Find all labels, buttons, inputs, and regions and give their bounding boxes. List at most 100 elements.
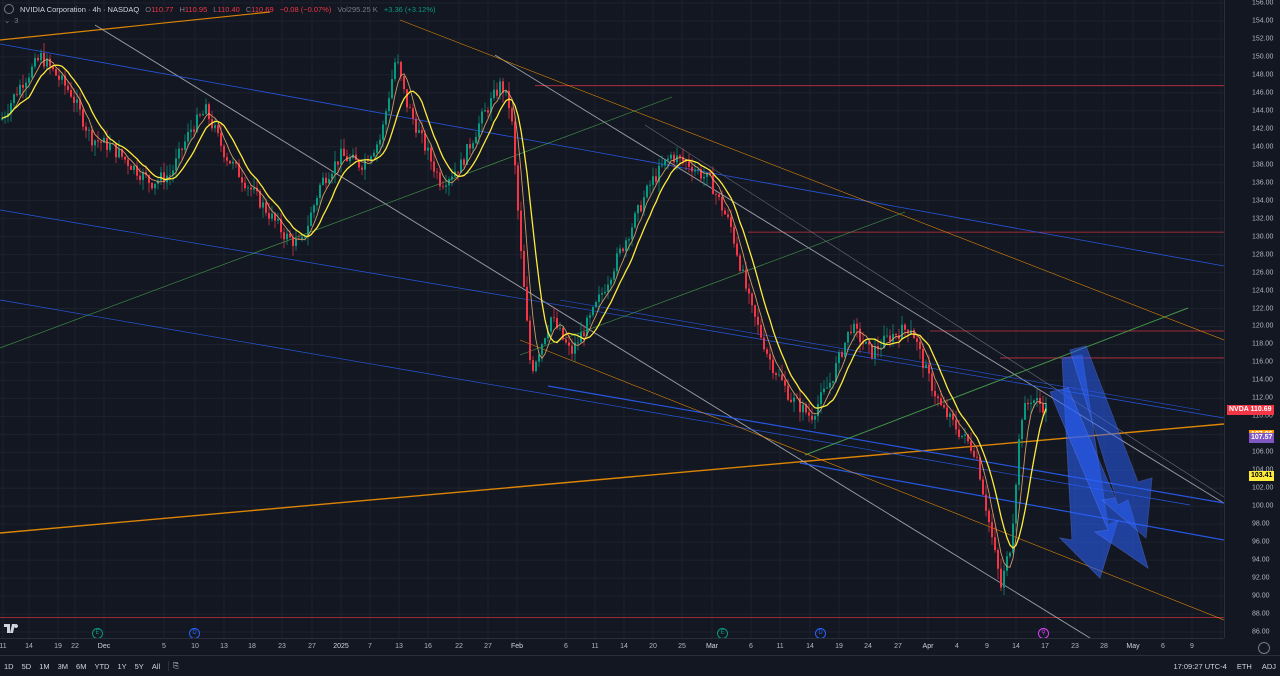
candle-body bbox=[1042, 404, 1044, 413]
range-3m-button[interactable]: 3M bbox=[54, 662, 72, 671]
candle-body bbox=[961, 435, 963, 437]
candle-body bbox=[583, 332, 585, 336]
candle-body bbox=[265, 202, 267, 213]
eye-icon[interactable] bbox=[4, 4, 14, 14]
candle-body bbox=[1036, 398, 1038, 401]
price-tick: 112.00 bbox=[1252, 394, 1273, 402]
candle-body bbox=[427, 147, 429, 151]
dividend-event-icon[interactable]: D bbox=[815, 628, 826, 638]
price-chart[interactable] bbox=[0, 0, 1224, 638]
candle-body bbox=[97, 140, 99, 142]
candle-body bbox=[22, 84, 24, 88]
dividend-event-icon[interactable]: D bbox=[189, 628, 200, 638]
time-tick: 5 bbox=[162, 643, 166, 650]
symbol-title[interactable]: NVIDIA Corporation · 4h · NASDAQ bbox=[20, 5, 139, 14]
session-button[interactable]: ETH bbox=[1237, 662, 1252, 671]
candle-body bbox=[571, 345, 573, 354]
candle-body bbox=[1033, 400, 1035, 403]
range-5y-button[interactable]: 5Y bbox=[131, 662, 148, 671]
candle-body bbox=[589, 315, 591, 318]
candle-body bbox=[733, 227, 735, 244]
range-6m-button[interactable]: 6M bbox=[72, 662, 90, 671]
candle-body bbox=[154, 183, 156, 189]
candle-body bbox=[1006, 556, 1008, 571]
range-5d-button[interactable]: 5D bbox=[18, 662, 36, 671]
candle-body bbox=[538, 354, 540, 362]
candle-body bbox=[595, 301, 597, 307]
range-all-button[interactable]: All bbox=[148, 662, 164, 671]
price-axis[interactable]: 156.00 154.00 152.00 150.00 148.00 146.00 144.… bbox=[1224, 0, 1280, 638]
candle-body bbox=[1018, 439, 1020, 485]
candle-body bbox=[451, 176, 453, 180]
time-tick: 6 bbox=[1161, 643, 1165, 650]
volume-value: 295.25 K bbox=[347, 4, 378, 14]
candle-body bbox=[802, 404, 804, 413]
candle-body bbox=[607, 284, 609, 292]
candle-body bbox=[457, 171, 459, 173]
candle-body bbox=[634, 213, 636, 228]
candle-body bbox=[463, 159, 465, 165]
candle-body bbox=[127, 159, 129, 166]
candle-body bbox=[160, 172, 162, 181]
candle-body bbox=[25, 82, 27, 88]
candle-body bbox=[760, 324, 762, 338]
candle-body bbox=[184, 141, 186, 150]
earnings-event-icon[interactable]: E bbox=[717, 628, 728, 638]
candle-body bbox=[133, 165, 135, 170]
price-tick: 114.00 bbox=[1252, 376, 1273, 384]
candle-body bbox=[388, 98, 390, 112]
candle-body bbox=[118, 149, 120, 158]
candle-body bbox=[520, 210, 522, 252]
indicators-toggle[interactable]: ⌄ 3 bbox=[4, 16, 18, 25]
date-range-icon[interactable]: ⎘ bbox=[173, 661, 179, 671]
candle-body bbox=[895, 333, 897, 336]
clock-display[interactable]: 17:09:27 UTC-4 bbox=[1173, 662, 1226, 671]
earnings-event-icon[interactable]: E bbox=[92, 628, 103, 638]
candle-body bbox=[1021, 419, 1023, 440]
candle-body bbox=[1039, 398, 1041, 405]
candle-body bbox=[430, 147, 432, 162]
range-ytd-button[interactable]: YTD bbox=[90, 662, 113, 671]
range-1m-button[interactable]: 1M bbox=[35, 662, 53, 671]
candle-body bbox=[652, 176, 654, 185]
moving-average-fast bbox=[1, 58, 1046, 568]
time-tick: 14 bbox=[25, 643, 33, 650]
candle-body bbox=[88, 129, 90, 131]
indicator-count: 3 bbox=[14, 16, 19, 25]
candle-body bbox=[382, 124, 384, 140]
candle-body bbox=[73, 96, 75, 103]
candle-body bbox=[55, 69, 57, 76]
candle-body bbox=[40, 52, 42, 61]
tradingview-logo[interactable] bbox=[4, 622, 22, 637]
time-tick: 16 bbox=[424, 643, 432, 650]
candle-body bbox=[811, 415, 813, 420]
price-tick: 120.00 bbox=[1252, 322, 1274, 330]
candle-body bbox=[721, 197, 723, 211]
candle-body bbox=[175, 158, 177, 171]
candle-body bbox=[313, 205, 315, 213]
time-tick: 11 bbox=[0, 643, 7, 650]
candle-body bbox=[559, 327, 561, 329]
candle-body bbox=[43, 52, 45, 67]
candle-body bbox=[943, 405, 945, 408]
candle-body bbox=[436, 171, 438, 173]
volume-label: Vol bbox=[337, 4, 348, 14]
range-1y-button[interactable]: 1Y bbox=[113, 662, 130, 671]
time-axis[interactable]: 11 14 19 22 Dec 5 10 13 18 23 27 2025 7 13 16 22 27 Feb 6 1… bbox=[0, 638, 1224, 656]
candle-body bbox=[949, 413, 951, 418]
range-1d-button[interactable]: 1D bbox=[0, 662, 18, 671]
candle-body bbox=[784, 380, 786, 386]
chart-area[interactable]: NVIDIA Corporation · 4h · NASDAQ O110.77… bbox=[0, 0, 1224, 638]
candle-body bbox=[808, 412, 810, 416]
chevron-down-icon[interactable]: ⌄ bbox=[4, 16, 10, 25]
candle-body bbox=[178, 148, 180, 159]
candle-body bbox=[400, 61, 402, 77]
candle-body bbox=[739, 255, 741, 271]
candle-body bbox=[829, 382, 831, 388]
candle-body bbox=[616, 253, 618, 272]
adjust-button[interactable]: ADJ bbox=[1262, 662, 1276, 671]
candle-body bbox=[628, 239, 630, 241]
candle-body bbox=[271, 213, 273, 219]
settings-gear-icon[interactable] bbox=[1258, 642, 1270, 654]
event-flag-icon[interactable]: ⚲ bbox=[1038, 628, 1049, 638]
